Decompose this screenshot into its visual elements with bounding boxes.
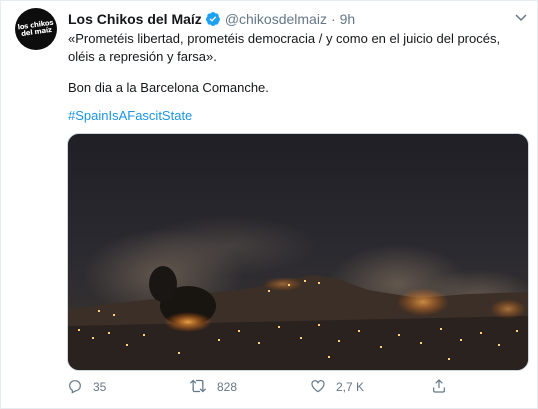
tweet-text-greeting: Bon dia a la Barcelona Comanche. (68, 80, 269, 95)
handle[interactable]: @chikosdelmaiz (225, 11, 327, 27)
share-icon (431, 378, 447, 397)
tweet-text-quote: «Prometéis libertad, prometéis democraci… (68, 31, 501, 64)
like-icon (310, 378, 326, 397)
avatar[interactable]: los chikos del maíz (15, 8, 57, 50)
tweet-actions: 35 828 2,7 K (67, 377, 527, 397)
timestamp[interactable]: 9h (340, 11, 356, 27)
tweet-header: Los Chikos del Maíz @chikosdelmaiz · 9h (68, 10, 355, 28)
retweet-count: 828 (217, 380, 238, 394)
separator-dot: · (330, 11, 336, 27)
hashtag-link[interactable]: #SpainIsAFascitState (68, 107, 192, 125)
like-count: 2,7 K (336, 380, 365, 394)
retweet-button[interactable]: 828 (189, 377, 237, 397)
reply-button[interactable]: 35 (67, 377, 106, 397)
reply-icon (67, 378, 83, 397)
avatar-logo: los chikos del maíz (17, 18, 54, 39)
verified-badge-icon (205, 11, 221, 27)
retweet-icon (189, 378, 207, 397)
display-name[interactable]: Los Chikos del Maíz (68, 11, 202, 27)
reply-count: 35 (93, 380, 107, 394)
chevron-down-icon[interactable] (514, 10, 528, 29)
night-city-fires-image (68, 134, 528, 370)
share-button[interactable] (431, 377, 447, 397)
tweet-card[interactable]: los chikos del maíz Los Chikos del Maíz … (0, 0, 538, 409)
tweet-photo[interactable] (67, 133, 529, 371)
like-button[interactable]: 2,7 K (310, 377, 364, 397)
